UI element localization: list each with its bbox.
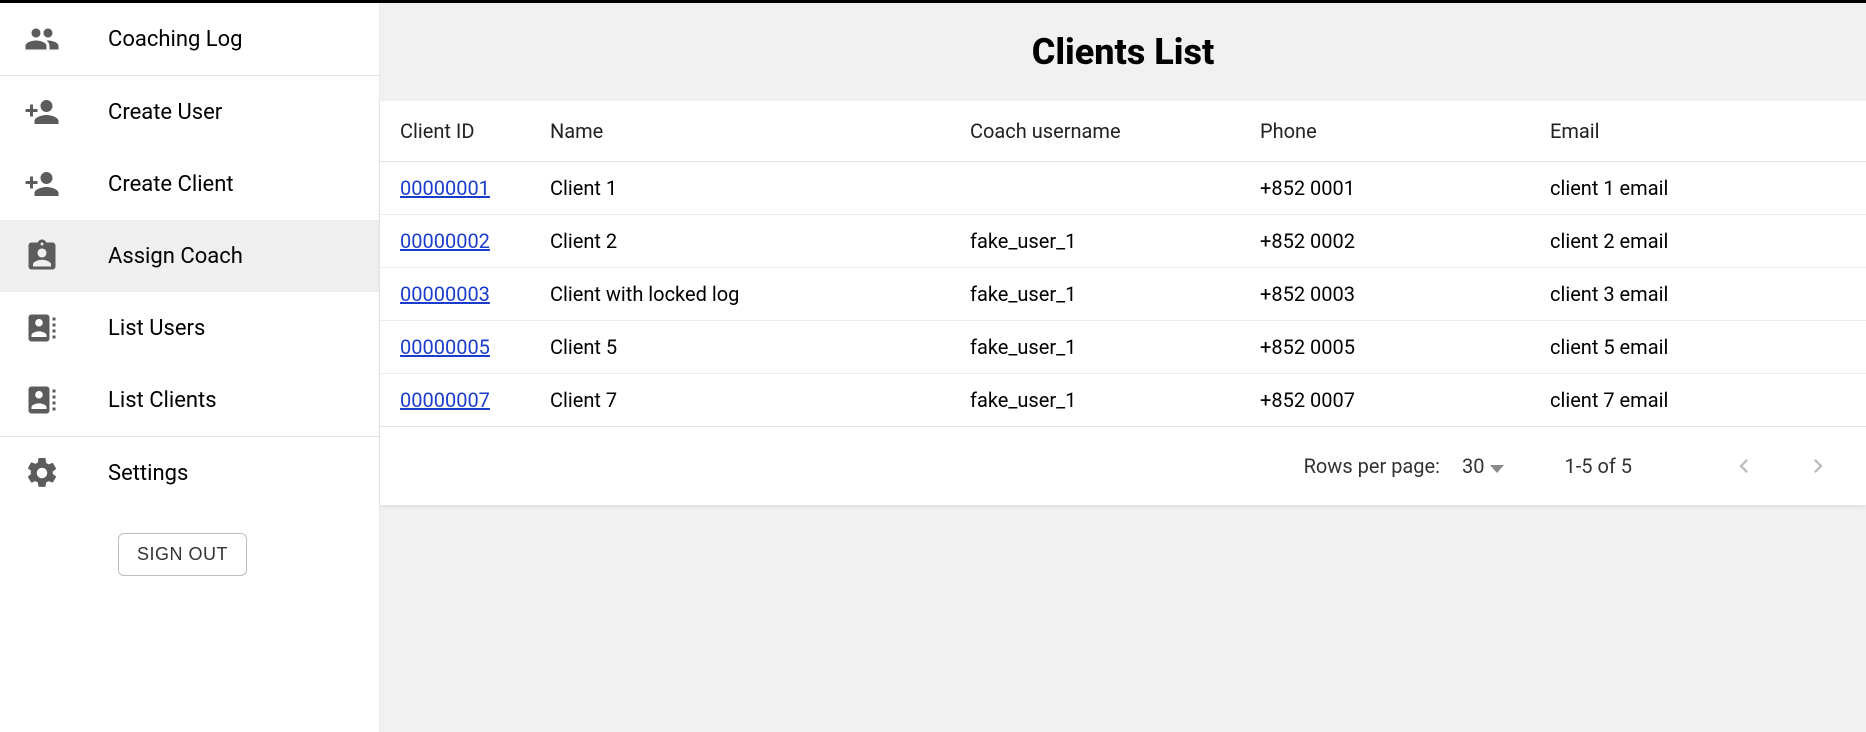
table-row: 00000005 Client 5 fake_user_1 +852 0005 … (380, 321, 1866, 374)
clients-table: Client ID Name Coach username Phone Emai… (380, 101, 1866, 427)
sidebar-item-label: Coaching Log (108, 27, 243, 52)
contact-list-icon (24, 310, 60, 346)
prev-page-button[interactable] (1722, 444, 1766, 488)
cell-coach (960, 162, 1250, 215)
cell-phone: +852 0005 (1250, 321, 1540, 374)
pagination-range: 1-5 of 5 (1564, 454, 1632, 478)
sidebar-item-label: Assign Coach (108, 244, 243, 269)
people-icon (24, 21, 60, 57)
sidebar-item-coaching-log[interactable]: Coaching Log (0, 3, 379, 75)
cell-coach: fake_user_1 (960, 321, 1250, 374)
cell-name: Client with locked log (540, 268, 960, 321)
client-id-link[interactable]: 00000002 (400, 229, 490, 253)
gear-icon (24, 455, 60, 491)
client-id-link[interactable]: 00000005 (400, 335, 490, 359)
cell-phone: +852 0007 (1250, 374, 1540, 427)
contact-list-icon (24, 382, 60, 418)
next-page-button[interactable] (1796, 444, 1840, 488)
table-row: 00000002 Client 2 fake_user_1 +852 0002 … (380, 215, 1866, 268)
client-id-link[interactable]: 00000001 (400, 176, 490, 200)
col-header-coach[interactable]: Coach username (960, 101, 1250, 162)
sidebar: Coaching Log Create User Create Client A… (0, 3, 380, 732)
caret-down-icon (1490, 465, 1504, 473)
table-row: 00000003 Client with locked log fake_use… (380, 268, 1866, 321)
cell-email: client 7 email (1540, 374, 1866, 427)
cell-name: Client 7 (540, 374, 960, 427)
cell-phone: +852 0002 (1250, 215, 1540, 268)
cell-phone: +852 0001 (1250, 162, 1540, 215)
col-header-email[interactable]: Email (1540, 101, 1866, 162)
cell-coach: fake_user_1 (960, 268, 1250, 321)
sidebar-item-assign-coach[interactable]: Assign Coach (0, 220, 379, 292)
table-row: 00000007 Client 7 fake_user_1 +852 0007 … (380, 374, 1866, 427)
cell-email: client 5 email (1540, 321, 1866, 374)
cell-name: Client 1 (540, 162, 960, 215)
sidebar-item-label: Create User (108, 100, 222, 125)
sidebar-item-create-client[interactable]: Create Client (0, 148, 379, 220)
sidebar-item-list-clients[interactable]: List Clients (0, 364, 379, 436)
chevron-left-icon (1730, 452, 1758, 480)
page-title: Clients List (380, 3, 1866, 101)
sidebar-item-settings[interactable]: Settings (0, 437, 379, 509)
cell-email: client 1 email (1540, 162, 1866, 215)
chevron-right-icon (1804, 452, 1832, 480)
rows-per-page-value: 30 (1462, 454, 1484, 478)
rows-per-page-label: Rows per page: (1304, 454, 1440, 478)
col-header-phone[interactable]: Phone (1250, 101, 1540, 162)
col-header-name[interactable]: Name (540, 101, 960, 162)
clipboard-person-icon (24, 238, 60, 274)
person-add-icon (24, 94, 60, 130)
cell-email: client 3 email (1540, 268, 1866, 321)
sidebar-item-create-user[interactable]: Create User (0, 76, 379, 148)
sidebar-item-label: List Clients (108, 388, 217, 413)
col-header-client-id[interactable]: Client ID (380, 101, 540, 162)
sidebar-item-label: Create Client (108, 172, 234, 197)
cell-email: client 2 email (1540, 215, 1866, 268)
person-add-icon (24, 166, 60, 202)
rows-per-page-select[interactable]: 30 (1462, 454, 1504, 478)
cell-name: Client 5 (540, 321, 960, 374)
cell-coach: fake_user_1 (960, 215, 1250, 268)
cell-phone: +852 0003 (1250, 268, 1540, 321)
table-row: 00000001 Client 1 +852 0001 client 1 ema… (380, 162, 1866, 215)
cell-name: Client 2 (540, 215, 960, 268)
main: Clients List Client ID Name Coach userna… (380, 3, 1866, 732)
sidebar-item-label: List Users (108, 316, 205, 341)
client-id-link[interactable]: 00000003 (400, 282, 490, 306)
table-footer: Rows per page: 30 1-5 of 5 (380, 427, 1866, 505)
sidebar-item-label: Settings (108, 461, 188, 486)
clients-table-card: Client ID Name Coach username Phone Emai… (380, 101, 1866, 505)
sign-out-button[interactable]: SIGN OUT (118, 533, 247, 576)
client-id-link[interactable]: 00000007 (400, 388, 490, 412)
cell-coach: fake_user_1 (960, 374, 1250, 427)
sidebar-item-list-users[interactable]: List Users (0, 292, 379, 364)
